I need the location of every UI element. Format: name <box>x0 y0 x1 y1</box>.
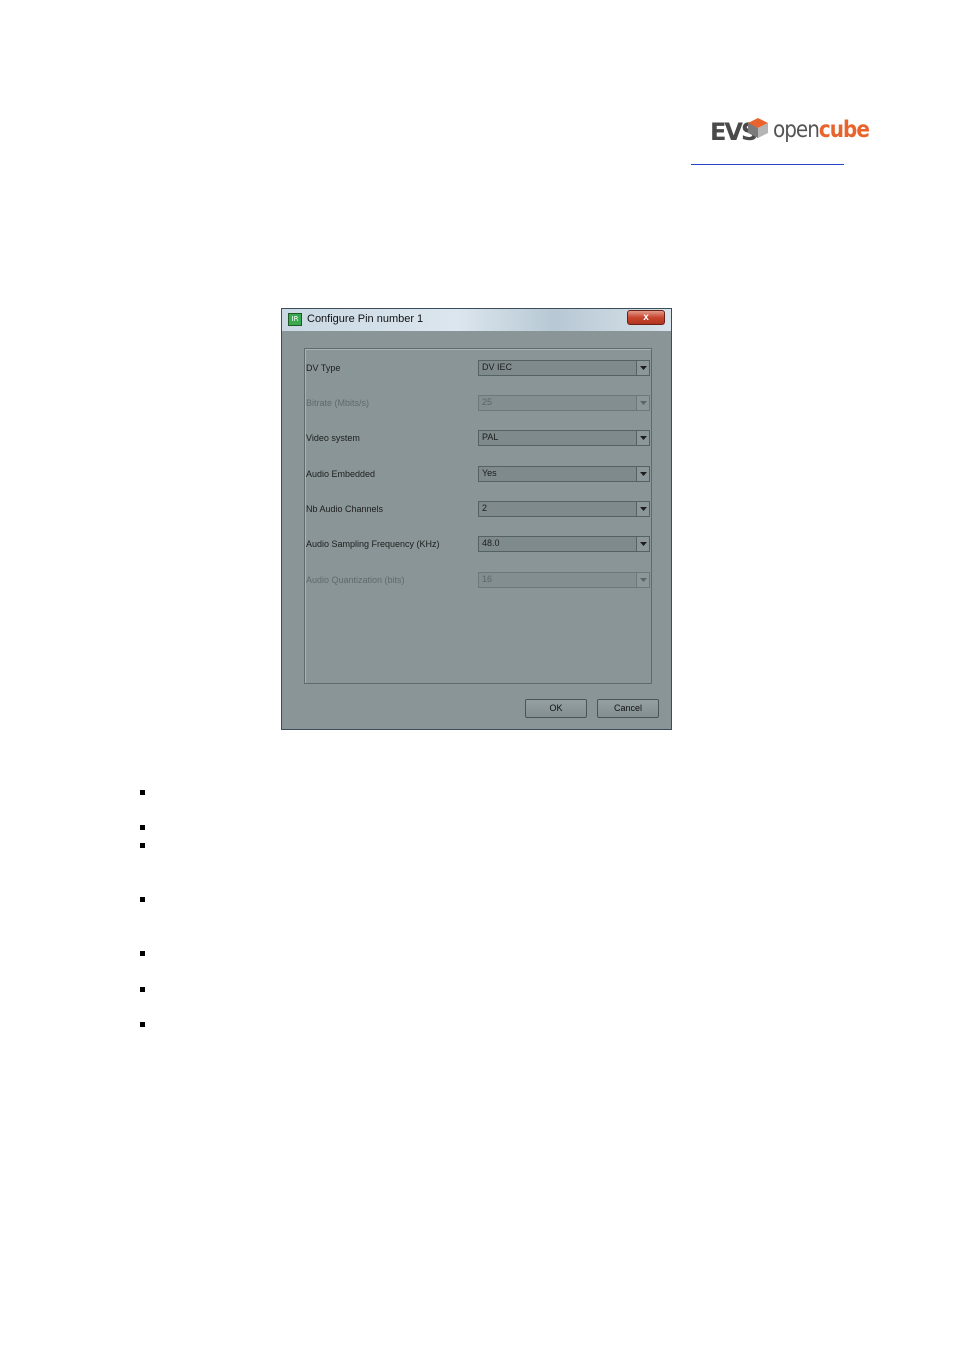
video-system-select[interactable]: PAL <box>478 430 650 446</box>
bitrate-select: 25 <box>478 395 650 411</box>
nb-audio-channels-select[interactable]: 2 <box>478 501 650 517</box>
audio-embedded-select[interactable]: Yes <box>478 466 650 482</box>
audio-quantization-value: 16 <box>482 574 493 584</box>
field-label-audio-embedded: Audio Embedded <box>306 469 376 479</box>
dv-type-value: DV IEC <box>482 362 513 372</box>
ok-button[interactable]: OK <box>525 699 587 718</box>
header-rule <box>691 164 844 165</box>
list-bullet <box>140 897 145 902</box>
nb-audio-channels-value: 2 <box>482 503 488 513</box>
chevron-down-icon[interactable] <box>636 431 649 445</box>
chevron-down-icon <box>636 396 649 410</box>
field-label-video-system: Video system <box>306 433 360 443</box>
field-label-dv-type: DV Type <box>306 363 341 373</box>
dialog-titlebar[interactable]: IR Configure Pin number 1 x <box>282 309 671 331</box>
audio-embedded-value: Yes <box>482 468 497 478</box>
bitrate-value: 25 <box>482 397 493 407</box>
chevron-down-icon[interactable] <box>636 537 649 551</box>
dv-type-select[interactable]: DV IEC <box>478 360 650 376</box>
list-bullet <box>140 987 145 992</box>
audio-sampling-frequency-value: 48.0 <box>482 538 500 548</box>
list-bullet <box>140 825 145 830</box>
chevron-down-icon[interactable] <box>636 502 649 516</box>
chevron-down-icon[interactable] <box>636 361 649 375</box>
app-icon: IR <box>288 313 302 326</box>
field-label-audio-sampling-frequency: Audio Sampling Frequency (KHz) <box>306 539 440 549</box>
list-bullet <box>140 843 145 848</box>
logo-opencube-text: opencube <box>773 115 870 143</box>
evs-opencube-logo: EVS opencube <box>706 112 870 156</box>
close-button[interactable]: x <box>627 310 665 325</box>
list-bullet <box>140 1022 145 1027</box>
chevron-down-icon[interactable] <box>636 467 649 481</box>
field-label-audio-quantization: Audio Quantization (bits) <box>306 575 405 585</box>
chevron-down-icon <box>636 573 649 587</box>
cube-icon <box>748 118 768 138</box>
field-label-bitrate: Bitrate (Mbits/s) <box>306 398 370 408</box>
cancel-button[interactable]: Cancel <box>597 699 659 718</box>
audio-sampling-frequency-select[interactable]: 48.0 <box>478 536 650 552</box>
field-label-nb-audio-channels: Nb Audio Channels <box>306 504 384 514</box>
list-bullet <box>140 951 145 956</box>
configure-pin-dialog: IR Configure Pin number 1 x DV Type DV I… <box>281 308 672 730</box>
dialog-title: Configure Pin number 1 <box>307 313 424 325</box>
video-system-value: PAL <box>482 432 499 442</box>
audio-quantization-select: 16 <box>478 572 650 588</box>
list-bullet <box>140 790 145 795</box>
